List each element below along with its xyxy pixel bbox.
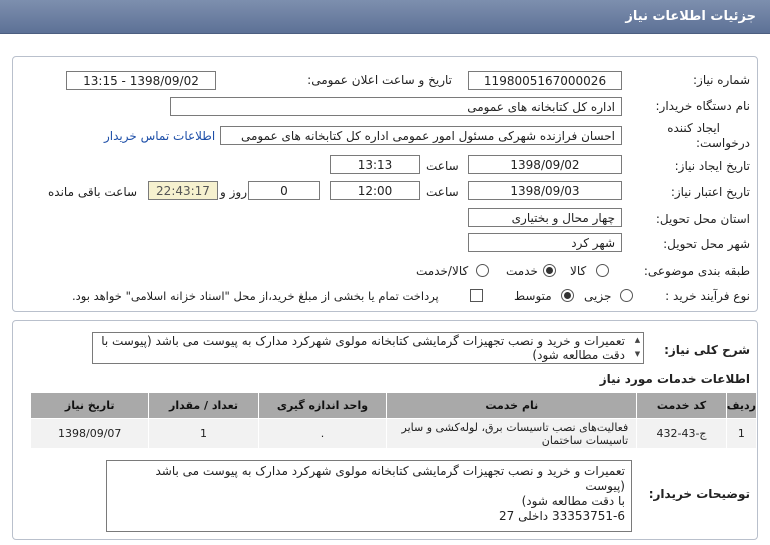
buyer-notes-label: توضیحات خریدار: — [648, 487, 750, 501]
table-row[interactable]: 1 ج-43-432 فعالیت‌های نصب تاسیسات برق، ل… — [29, 418, 758, 449]
col-service-code: کد خدمت — [636, 392, 727, 419]
summary-scrollbar[interactable]: ▲ ▼ — [632, 333, 643, 363]
city-label: شهر محل تحویل: — [663, 237, 750, 251]
remaining-time-field: 22:43:17 — [148, 181, 218, 200]
cell-row-number: 1 — [725, 418, 758, 449]
process-minor-label: جزیی — [584, 289, 612, 303]
buyer-field[interactable]: اداره کل کتابخانه های عمومی — [170, 97, 622, 116]
process-medium-label: متوسط — [514, 289, 552, 303]
category-service-radio[interactable] — [543, 264, 556, 277]
province-label: استان محل تحویل: — [655, 212, 750, 226]
remaining-label: ساعت باقی مانده — [48, 185, 138, 199]
valid-date-field[interactable]: 1398/09/03 — [468, 181, 622, 200]
summary-label: شرح کلی نیاز: — [664, 343, 750, 357]
col-row-number: ردیف — [725, 392, 758, 419]
buyer-label: نام دستگاه خریدار: — [655, 99, 751, 113]
category-goods-service-label: کالا/خدمت — [416, 264, 469, 278]
need-number-label: شماره نیاز: — [693, 73, 750, 87]
col-service-name: نام خدمت — [386, 392, 638, 419]
creator-label-2: درخواست: — [696, 136, 750, 150]
cell-need-date: 1398/09/07 — [29, 418, 150, 449]
created-time-label: ساعت — [426, 159, 459, 173]
creator-field[interactable]: احسان فرازنده شهرکی مسئول امور عمومی ادا… — [220, 126, 622, 145]
process-minor-radio[interactable] — [620, 289, 633, 302]
col-unit: واحد اندازه گیری — [257, 392, 388, 419]
announce-label: تاریخ و ساعت اعلان عمومی: — [307, 73, 452, 87]
cell-quantity: 1 — [148, 418, 259, 449]
category-goods-label: کالا — [570, 264, 587, 278]
category-goods-service-radio[interactable] — [476, 264, 489, 277]
table-header-row: ردیف کد خدمت نام خدمت واحد اندازه گیری ت… — [29, 392, 758, 419]
buyer-notes-line-3: 33353751-6 داخلی 27 — [498, 509, 625, 523]
treasury-payment-checkbox[interactable] — [470, 289, 483, 302]
contact-buyer-link[interactable]: اطلاعات تماس خریدار — [104, 129, 215, 143]
days-label: روز و — [220, 185, 247, 199]
province-field[interactable]: چهار محال و بختیاری — [468, 208, 622, 227]
category-label: طبقه بندی موضوعی: — [643, 264, 750, 278]
process-medium-radio[interactable] — [561, 289, 574, 302]
created-time-field[interactable]: 13:13 — [330, 155, 420, 174]
cell-service-name: فعالیت‌های نصب تاسیسات برق، لوله‌کشی و س… — [386, 418, 638, 449]
services-title: اطلاعات خدمات مورد نیاز — [599, 372, 750, 386]
cell-unit: . — [257, 418, 388, 449]
valid-time-field[interactable]: 12:00 — [330, 181, 420, 200]
col-quantity: تعداد / مقدار — [148, 392, 259, 419]
category-goods-radio[interactable] — [596, 264, 609, 277]
buyer-notes-line-1: تعمیرات و خرید و نصب تجهیزات گرمایشی کتا… — [155, 464, 625, 493]
need-number-field[interactable]: 1198005167000026 — [468, 71, 622, 90]
valid-time-label: ساعت — [426, 185, 459, 199]
col-need-date: تاریخ نیاز — [29, 392, 150, 419]
cell-service-code: ج-43-432 — [636, 418, 727, 449]
created-date-label: تاریخ ایجاد نیاز: — [674, 159, 750, 173]
page-title: جزئیات اطلاعات نیاز — [625, 9, 756, 24]
created-date-field[interactable]: 1398/09/02 — [468, 155, 622, 174]
announce-field[interactable]: 1398/09/02 - 13:15 — [66, 71, 216, 90]
creator-label-1: ایجاد کننده — [667, 121, 720, 135]
summary-textarea[interactable]: تعمیرات و خرید و نصب تجهیزات گرمایشی کتا… — [92, 332, 644, 364]
process-label: نوع فرآیند خرید : — [665, 289, 750, 303]
services-table: ردیف کد خدمت نام خدمت واحد اندازه گیری ت… — [29, 392, 758, 449]
category-service-label: خدمت — [506, 264, 538, 278]
buyer-notes-box[interactable]: تعمیرات و خرید و نصب تجهیزات گرمایشی کتا… — [106, 460, 632, 532]
valid-date-label: تاریخ اعتبار نیاز: — [670, 185, 750, 199]
remaining-days-field[interactable]: 0 — [248, 181, 320, 200]
buyer-notes-line-2: با دقت مطالعه شود) — [521, 494, 625, 508]
city-field[interactable]: شهر کرد — [468, 233, 622, 252]
treasury-payment-note: پرداخت تمام یا بخشی از مبلغ خرید،از محل … — [72, 289, 439, 303]
